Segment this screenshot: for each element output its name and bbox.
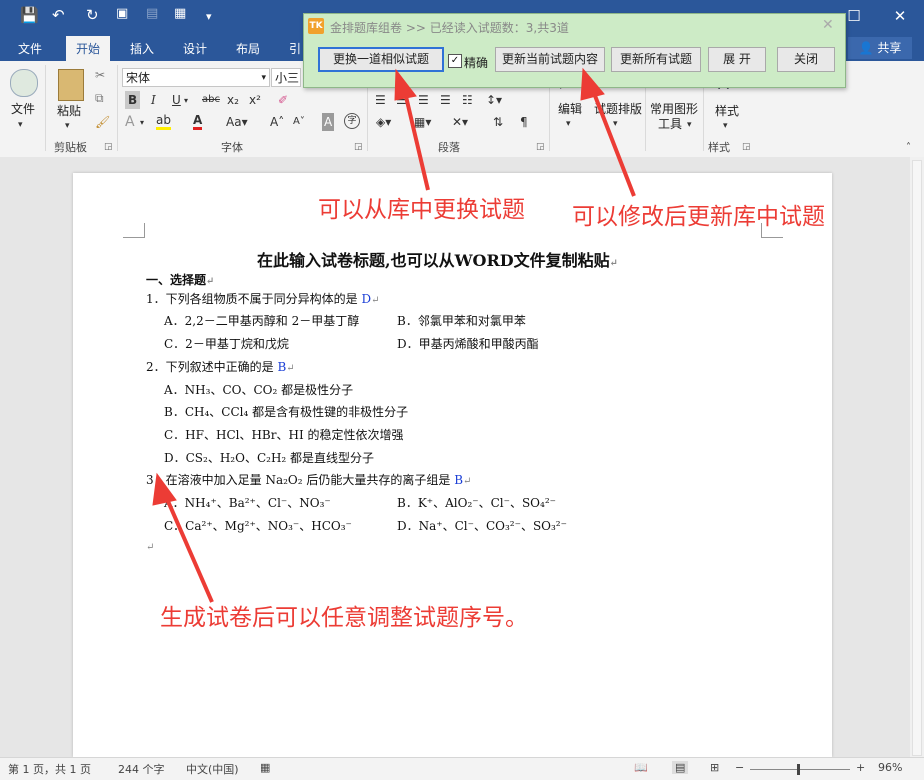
language[interactable]: 中文(中国)	[186, 761, 239, 777]
word-count[interactable]: 244 个字	[118, 761, 165, 777]
arrow-update	[590, 87, 636, 197]
status-bar: 第 1 页，共 1 页 244 个字 中文(中国) ▦ 📖 ▤ ⊞ − + 96…	[0, 757, 924, 780]
arrow-replace-head	[394, 68, 417, 101]
macro-icon[interactable]: ▦	[260, 761, 270, 774]
page-count[interactable]: 第 1 页，共 1 页	[8, 761, 91, 777]
arrow-update-head	[580, 67, 605, 101]
annotation-replace: 可以从库中更换试题	[318, 197, 525, 223]
zoom-thumb[interactable]	[797, 764, 800, 775]
web-layout-icon[interactable]: ⊞	[710, 761, 719, 774]
zoom-out-icon[interactable]: −	[735, 761, 744, 774]
zoom-in-icon[interactable]: +	[856, 761, 865, 774]
arrow-reorder-head	[152, 472, 177, 506]
annotation-arrows	[152, 67, 636, 603]
read-mode-icon[interactable]: 📖	[634, 761, 648, 774]
zoom-level[interactable]: 96%	[878, 761, 902, 774]
annotation-reorder: 生成试卷后可以任意调整试题序号。	[160, 605, 528, 631]
zoom-slider[interactable]	[750, 769, 850, 770]
arrow-reorder	[162, 491, 214, 603]
arrow-replace	[402, 87, 430, 191]
annotation-update: 可以修改后更新库中试题	[572, 204, 825, 230]
print-layout-icon[interactable]: ▤	[672, 761, 689, 774]
